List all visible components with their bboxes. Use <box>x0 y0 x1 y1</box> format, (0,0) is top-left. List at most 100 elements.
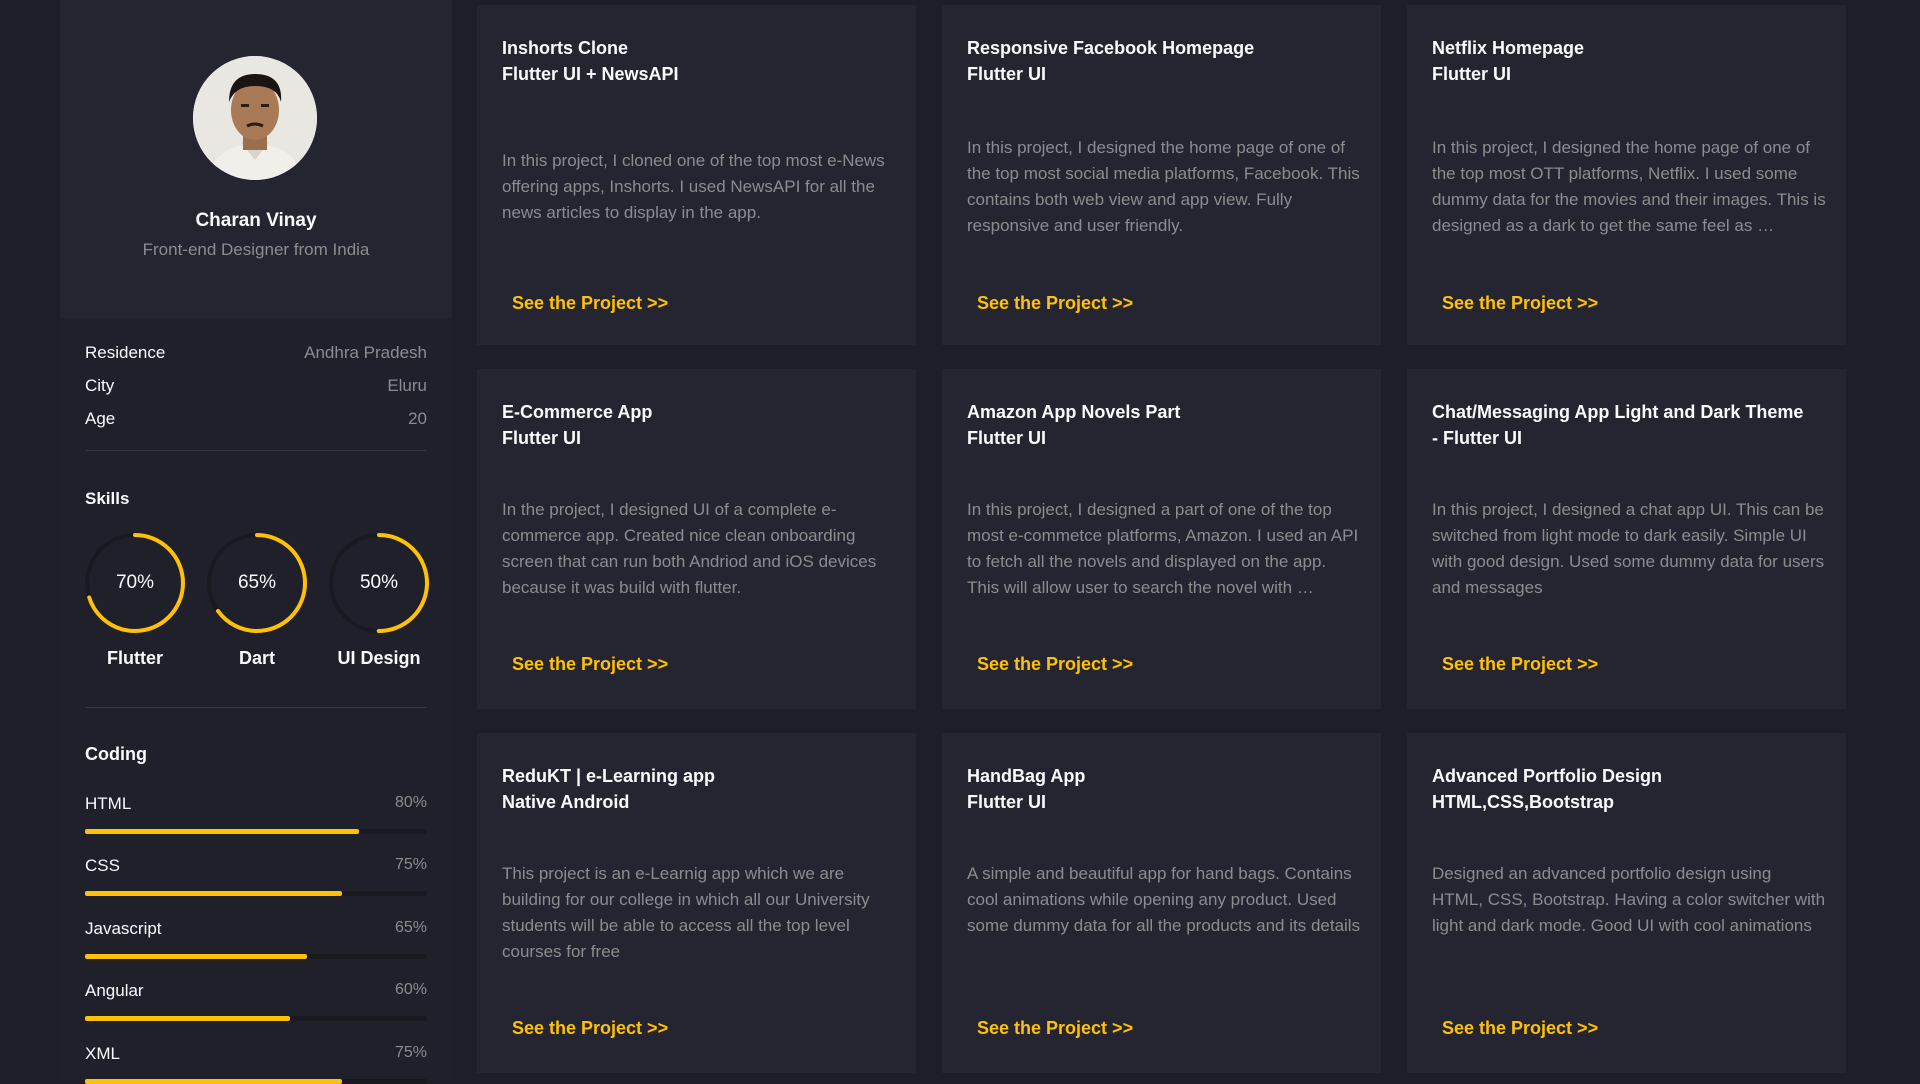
project-description: In this project, I designed the home pag… <box>967 138 1360 235</box>
project-title: Chat/Messaging App Light and Dark Theme … <box>1432 399 1832 451</box>
profile-card: Charan Vinay Front-end Designer from Ind… <box>60 0 452 318</box>
see-project-link[interactable]: See the Project >> <box>512 654 668 675</box>
progress-track <box>85 954 427 959</box>
project-subtitle-line: Native Android <box>502 792 630 812</box>
info-value: Eluru <box>387 376 427 395</box>
coding-percent: 60% <box>394 981 427 998</box>
see-project-link[interactable]: See the Project >> <box>1442 1018 1598 1039</box>
coding-row-css: CSS 75% <box>85 856 427 896</box>
project-subtitle-line: Flutter UI <box>967 792 1046 812</box>
project-description: In the project, I designed UI of a compl… <box>502 500 877 597</box>
see-project-link[interactable]: See the Project >> <box>977 1018 1133 1039</box>
coding-percent: 75% <box>394 1044 427 1061</box>
project-title-line: Netflix Homepage <box>1432 38 1585 58</box>
avatar-portrait <box>193 56 317 180</box>
project-title-line: Amazon App Novels Part <box>967 402 1181 422</box>
skill-flutter: 70% Flutter <box>80 532 190 672</box>
skills-title: Skills <box>85 489 130 508</box>
profile-role: Front-end Designer from India <box>142 240 370 259</box>
project-title: Amazon App Novels Part Flutter UI <box>967 399 1367 451</box>
info-value: Andhra Pradesh <box>304 343 427 362</box>
project-title: Responsive Facebook Homepage Flutter UI <box>967 35 1367 87</box>
project-title-line: ReduKT | e-Learning app <box>502 766 716 786</box>
project-title: HandBag App Flutter UI <box>967 763 1367 815</box>
info-value: 20 <box>408 409 427 428</box>
project-description: A simple and beautiful app for hand bags… <box>967 864 1361 935</box>
coding-row-javascript: Javascript 65% <box>85 919 427 959</box>
project-card-portfolio: Advanced Portfolio Design HTML,CSS,Boots… <box>1407 733 1846 1073</box>
project-title: ReduKT | e-Learning app Native Android <box>502 763 902 815</box>
project-card-chat-app: Chat/Messaging App Light and Dark Theme … <box>1407 369 1846 709</box>
coding-label: HTML <box>85 794 132 813</box>
project-card-netflix: Netflix Homepage Flutter UI In this proj… <box>1407 5 1846 345</box>
project-title: Advanced Portfolio Design HTML,CSS,Boots… <box>1432 763 1832 815</box>
skill-percent: 70% <box>115 572 155 593</box>
progress-track <box>85 829 427 834</box>
skill-dart: 65% Dart <box>202 532 312 672</box>
project-card-handbag: HandBag App Flutter UI A simple and beau… <box>942 733 1381 1073</box>
progress-fill <box>85 829 359 834</box>
sidebar: Charan Vinay Front-end Designer from Ind… <box>60 0 452 1084</box>
coding-label: XML <box>85 1044 120 1063</box>
project-title: Netflix Homepage Flutter UI <box>1432 35 1832 87</box>
skill-ui-design: 50% UI Design <box>324 532 434 672</box>
coding-label: Angular <box>85 981 144 1000</box>
see-project-link[interactable]: See the Project >> <box>512 1018 668 1039</box>
progress-fill <box>85 954 308 959</box>
progress-fill <box>85 1016 291 1021</box>
progress-fill <box>85 891 342 896</box>
project-description: In this project, I cloned one of the top… <box>502 151 885 222</box>
divider <box>85 450 427 451</box>
see-project-link[interactable]: See the Project >> <box>512 293 668 314</box>
skill-label: Dart <box>238 648 275 668</box>
project-description: In this project, I designed a part of on… <box>967 500 1359 597</box>
project-subtitle-line: Flutter UI <box>502 428 581 448</box>
see-project-link[interactable]: See the Project >> <box>1442 654 1598 675</box>
progress-track <box>85 1016 427 1021</box>
project-card-ecommerce: E-Commerce App Flutter UI In the project… <box>477 369 916 709</box>
project-title-line: Responsive Facebook Homepage <box>967 38 1255 58</box>
coding-title: Coding <box>85 744 147 764</box>
project-title-line: E-Commerce App <box>502 402 653 422</box>
project-subtitle-line: Flutter UI <box>1432 64 1511 84</box>
skill-percent: 50% <box>359 572 399 593</box>
project-description: In this project, I designed a chat app U… <box>1432 500 1825 597</box>
project-title-line: Advanced Portfolio Design <box>1432 766 1663 786</box>
project-card-amazon: Amazon App Novels Part Flutter UI In thi… <box>942 369 1381 709</box>
info-row-residence: Residence Andhra Pradesh <box>85 343 427 367</box>
project-card-inshorts: Inshorts Clone Flutter UI + NewsAPI In t… <box>477 5 916 345</box>
coding-label: CSS <box>85 856 120 875</box>
info-key: Age <box>85 409 116 428</box>
project-subtitle-line: Flutter UI + NewsAPI <box>502 64 679 84</box>
coding-label: Javascript <box>85 919 162 938</box>
divider <box>85 707 427 708</box>
project-title-line: HandBag App <box>967 766 1086 786</box>
project-card-facebook: Responsive Facebook Homepage Flutter UI … <box>942 5 1381 345</box>
project-title-line: Inshorts Clone <box>502 38 629 58</box>
project-title-line: Chat/Messaging App Light and Dark Theme <box>1432 402 1804 422</box>
project-description: This project is an e-Learnig app which w… <box>502 864 870 961</box>
coding-row-xml: XML 75% <box>85 1044 427 1084</box>
see-project-link[interactable]: See the Project >> <box>977 654 1133 675</box>
project-card-redukt: ReduKT | e-Learning app Native Android T… <box>477 733 916 1073</box>
progress-track <box>85 891 427 896</box>
project-title: Inshorts Clone Flutter UI + NewsAPI <box>502 35 902 87</box>
coding-percent: 75% <box>394 856 427 873</box>
coding-row-angular: Angular 60% <box>85 981 427 1021</box>
project-subtitle-line: - Flutter UI <box>1432 428 1522 448</box>
see-project-link[interactable]: See the Project >> <box>977 293 1133 314</box>
see-project-link[interactable]: See the Project >> <box>1442 293 1598 314</box>
skill-label: UI Design <box>337 648 421 668</box>
project-subtitle-line: Flutter UI <box>967 64 1046 84</box>
info-row-city: City Eluru <box>85 376 427 400</box>
info-key: Residence <box>85 343 166 362</box>
coding-percent: 65% <box>394 919 427 936</box>
profile-name: Charan Vinay <box>195 210 317 231</box>
skill-label: Flutter <box>107 648 163 668</box>
avatar <box>193 56 317 180</box>
project-subtitle-line: Flutter UI <box>967 428 1046 448</box>
coding-percent: 80% <box>394 794 427 811</box>
skill-percent: 65% <box>237 572 277 593</box>
project-subtitle-line: HTML,CSS,Bootstrap <box>1432 792 1614 812</box>
project-description: In this project, I designed the home pag… <box>1432 138 1826 235</box>
